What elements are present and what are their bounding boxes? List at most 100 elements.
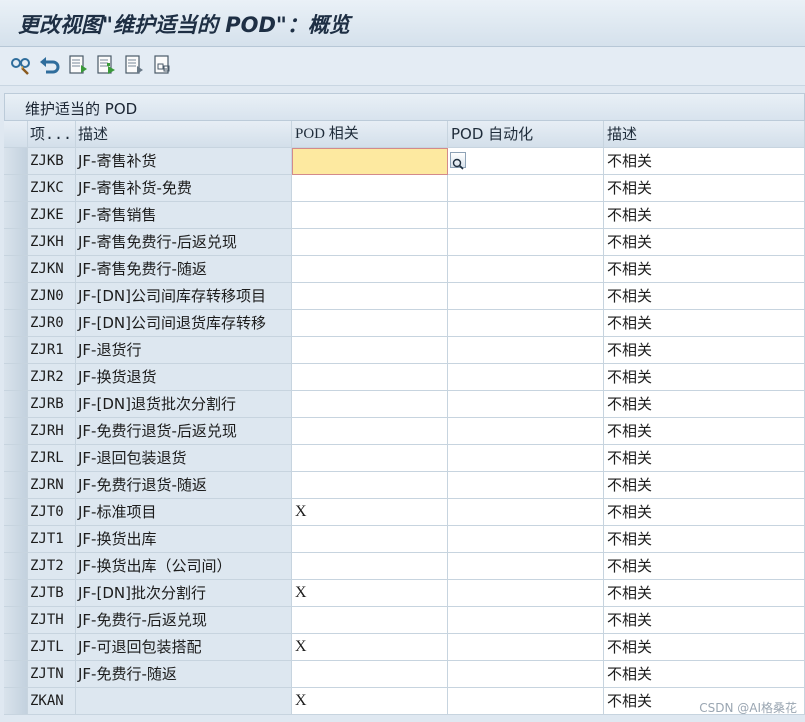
table-row: ZJT0 JF-标准项目 X 不相关 — [4, 499, 805, 526]
row-selector[interactable] — [4, 391, 28, 418]
pod-automation-field[interactable] — [448, 472, 604, 499]
pod-relevant-field[interactable] — [292, 337, 448, 364]
column-header-note[interactable]: 描述 — [604, 121, 805, 148]
pod-automation-field[interactable] — [448, 364, 604, 391]
item-category-description: JF-[DN]公司间库存转移项目 — [76, 283, 292, 310]
item-category-code: ZJT2 — [28, 553, 76, 580]
pod-relevant-field[interactable] — [292, 175, 448, 202]
row-selector[interactable] — [4, 364, 28, 391]
item-category-code: ZJR2 — [28, 364, 76, 391]
column-header-pod-relevant[interactable]: POD 相关 — [292, 121, 448, 148]
row-selector[interactable] — [4, 202, 28, 229]
row-selector[interactable] — [4, 472, 28, 499]
item-category-code: ZJRL — [28, 445, 76, 472]
pod-relevant-field[interactable]: X — [292, 688, 448, 715]
row-selector[interactable] — [4, 256, 28, 283]
item-category-description: JF-免费行退货-后返兑现 — [76, 418, 292, 445]
pod-automation-field[interactable] — [448, 607, 604, 634]
table-row: ZJTL JF-可退回包装搭配 X 不相关 — [4, 634, 805, 661]
pod-relevant-field[interactable] — [292, 472, 448, 499]
new-entries-icon[interactable] — [67, 54, 89, 76]
pod-automation-field[interactable] — [448, 445, 604, 472]
item-category-description: JF-寄售免费行-后返兑现 — [76, 229, 292, 256]
pod-automation-field[interactable] — [448, 148, 604, 175]
pod-relevant-field[interactable] — [292, 256, 448, 283]
pod-relevant-field[interactable] — [292, 526, 448, 553]
row-selector[interactable] — [4, 445, 28, 472]
page-title: 更改视图"维护适当的 POD"：概览 — [18, 13, 350, 37]
table-row: ZJTH JF-免费行-后返兑现 不相关 — [4, 607, 805, 634]
pod-automation-field[interactable] — [448, 499, 604, 526]
pod-relevant-field[interactable] — [292, 391, 448, 418]
row-selector[interactable] — [4, 148, 28, 175]
row-selector[interactable] — [4, 337, 28, 364]
row-selector[interactable] — [4, 418, 28, 445]
row-selector[interactable] — [4, 229, 28, 256]
row-selector[interactable] — [4, 283, 28, 310]
row-selector[interactable] — [4, 607, 28, 634]
item-category-code: ZJR0 — [28, 310, 76, 337]
select-all-rows-button[interactable] — [4, 121, 28, 148]
row-selector[interactable] — [4, 580, 28, 607]
watermark: CSDN @AI格桑花 — [699, 701, 797, 715]
pod-relevance-note: 不相关 — [604, 310, 805, 337]
select-all-icon[interactable] — [152, 54, 174, 76]
item-category-code: ZJRH — [28, 418, 76, 445]
row-selector[interactable] — [4, 310, 28, 337]
pod-automation-field[interactable] — [448, 634, 604, 661]
row-selector[interactable] — [4, 688, 28, 715]
pod-relevant-field[interactable] — [292, 661, 448, 688]
item-category-description: JF-可退回包装搭配 — [76, 634, 292, 661]
pod-relevant-field[interactable] — [292, 607, 448, 634]
delete-icon[interactable] — [123, 54, 145, 76]
pod-automation-field[interactable] — [448, 661, 604, 688]
value-help-button[interactable] — [450, 152, 466, 170]
glasses-display-change-icon[interactable] — [10, 54, 32, 76]
pod-relevant-field[interactable]: X — [292, 499, 448, 526]
copy-as-icon[interactable] — [95, 54, 117, 76]
pod-automation-field[interactable] — [448, 553, 604, 580]
pod-automation-field[interactable] — [448, 418, 604, 445]
pod-automation-field[interactable] — [448, 202, 604, 229]
pod-relevant-field[interactable] — [292, 553, 448, 580]
pod-automation-field[interactable] — [448, 580, 604, 607]
item-category-code: ZJKB — [28, 148, 76, 175]
pod-relevant-field[interactable] — [292, 310, 448, 337]
row-selector[interactable] — [4, 526, 28, 553]
column-header-description[interactable]: 描述 — [76, 121, 292, 148]
undo-icon[interactable] — [38, 54, 60, 76]
pod-relevant-field[interactable] — [292, 229, 448, 256]
pod-automation-field[interactable] — [448, 256, 604, 283]
pod-relevant-field[interactable] — [292, 148, 448, 175]
table-row: ZJN0 JF-[DN]公司间库存转移项目 不相关 — [4, 283, 805, 310]
pod-automation-field[interactable] — [448, 175, 604, 202]
pod-automation-field[interactable] — [448, 526, 604, 553]
row-selector[interactable] — [4, 553, 28, 580]
pod-automation-field[interactable] — [448, 310, 604, 337]
pod-automation-field[interactable] — [448, 688, 604, 715]
table-header-row: 项... 描述 POD 相关 POD 自动化 描述 — [4, 121, 805, 148]
pod-relevant-field[interactable] — [292, 202, 448, 229]
pod-automation-field[interactable] — [448, 283, 604, 310]
row-selector[interactable] — [4, 175, 28, 202]
pod-relevant-field[interactable] — [292, 418, 448, 445]
item-category-description: JF-[DN]公司间退货库存转移 — [76, 310, 292, 337]
pod-relevant-field[interactable] — [292, 283, 448, 310]
row-selector[interactable] — [4, 634, 28, 661]
pod-relevant-field[interactable] — [292, 364, 448, 391]
pod-relevant-field[interactable] — [292, 445, 448, 472]
item-category-description: JF-免费行退货-随返 — [76, 472, 292, 499]
pod-relevance-note: 不相关 — [604, 202, 805, 229]
pod-relevant-field[interactable]: X — [292, 580, 448, 607]
pod-automation-field[interactable] — [448, 229, 604, 256]
pod-automation-field[interactable] — [448, 337, 604, 364]
item-category-description: JF-免费行-随返 — [76, 661, 292, 688]
item-category-code: ZJKN — [28, 256, 76, 283]
column-header-item-category[interactable]: 项... — [28, 121, 76, 148]
row-selector[interactable] — [4, 499, 28, 526]
row-selector[interactable] — [4, 661, 28, 688]
pod-automation-field[interactable] — [448, 391, 604, 418]
pod-relevance-note: 不相关 — [604, 418, 805, 445]
column-header-pod-automation[interactable]: POD 自动化 — [448, 121, 604, 148]
pod-relevant-field[interactable]: X — [292, 634, 448, 661]
